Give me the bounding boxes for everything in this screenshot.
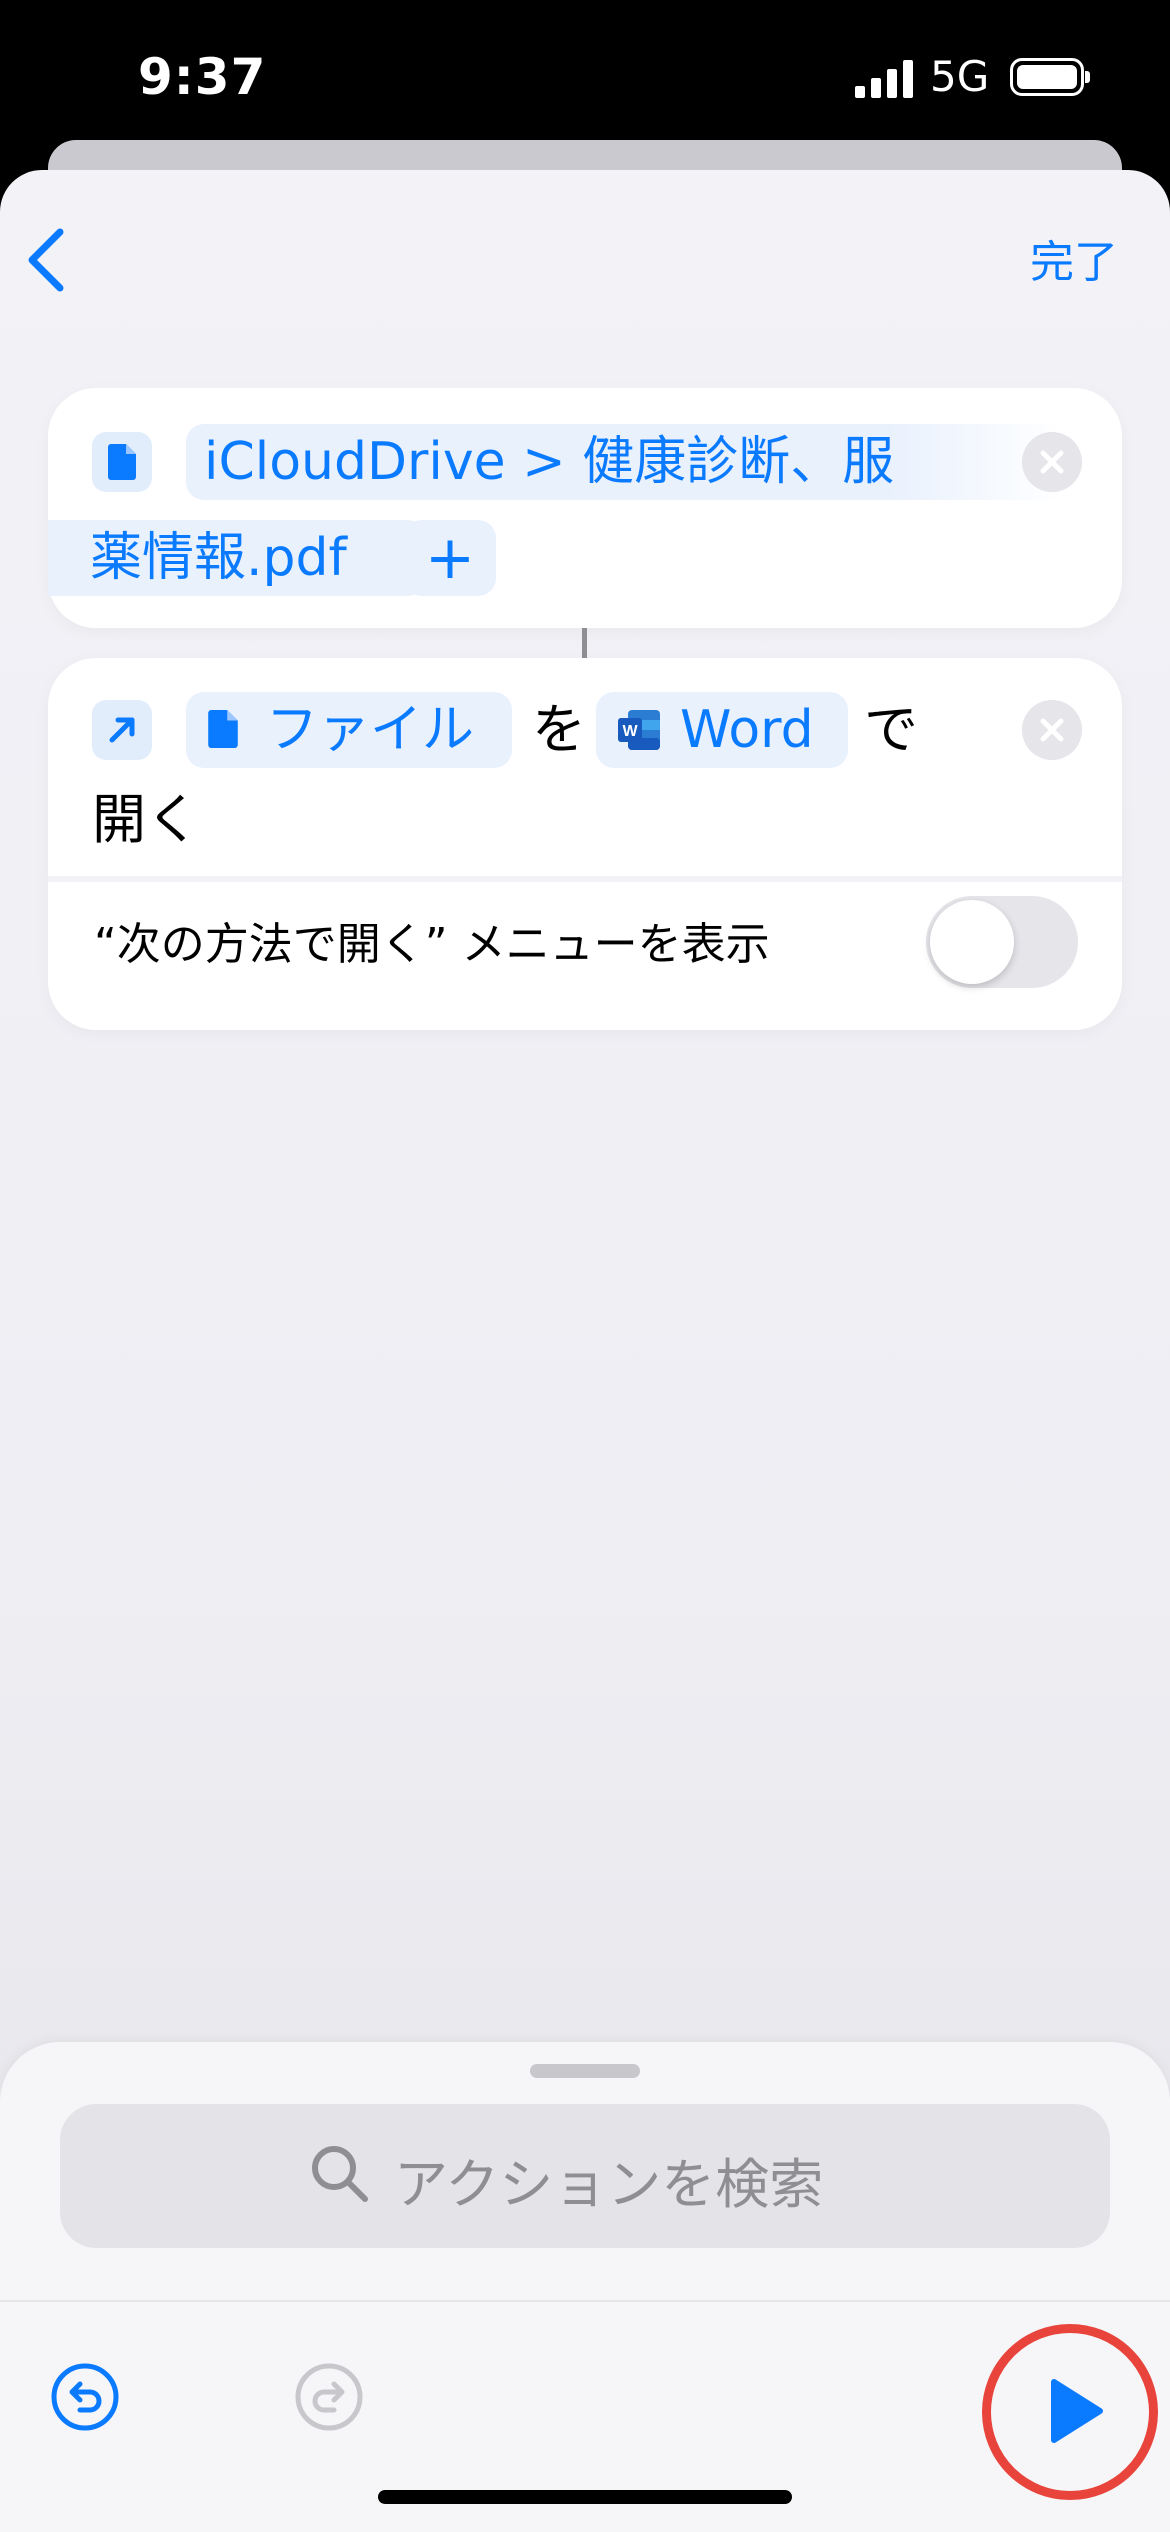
open-in-action-card: ファイル を W Word で 開く “次の方法で開く” メニューを表示 — [48, 658, 1122, 1030]
app-selector-chip[interactable]: W Word — [596, 692, 848, 768]
search-icon — [312, 2146, 368, 2202]
document-icon — [208, 710, 238, 748]
search-placeholder: アクションを検索 — [394, 2153, 824, 2216]
svg-text:W: W — [622, 723, 638, 740]
remove-action-button[interactable] — [1022, 700, 1082, 760]
add-path-button[interactable]: + — [404, 520, 496, 596]
play-icon[interactable] — [1048, 2378, 1104, 2444]
show-open-in-menu-label: “次の方法で開く” メニューを表示 — [94, 919, 770, 970]
shortcut-editor-sheet: 完了 iCloudDrive > 健康診断、服 薬情報.pdf + ファイル を… — [0, 170, 1170, 2532]
panel-grabber[interactable] — [530, 2064, 640, 2078]
file-variable-label: ファイル — [266, 700, 475, 760]
action-search-panel: アクションを検索 — [0, 2042, 1170, 2532]
app-selector-label: Word — [680, 700, 814, 760]
particle-o: を — [532, 698, 586, 761]
file-path-line1: iCloudDrive > 健康診断、服 — [204, 432, 895, 492]
home-indicator — [378, 2490, 792, 2504]
word-app-icon: W — [618, 710, 660, 750]
open-arrow-icon — [92, 700, 152, 760]
status-bar: 9:37 5G — [0, 0, 1170, 150]
card-divider — [48, 876, 1122, 882]
show-open-in-menu-toggle[interactable] — [926, 896, 1078, 988]
file-path-chip[interactable]: iCloudDrive > 健康診断、服 — [186, 424, 1064, 500]
toolbar-separator — [0, 2300, 1170, 2302]
file-path-chip-continued[interactable]: 薬情報.pdf — [48, 520, 426, 596]
open-verb: 開く — [92, 788, 200, 851]
file-path-line2: 薬情報.pdf — [90, 528, 347, 588]
toggle-knob — [930, 900, 1014, 984]
file-action-card: iCloudDrive > 健康診断、服 薬情報.pdf + — [48, 388, 1122, 628]
redo-icon[interactable] — [294, 2362, 364, 2432]
search-actions-field[interactable]: アクションを検索 — [60, 2104, 1110, 2248]
action-connector — [582, 628, 587, 658]
document-icon — [92, 432, 152, 492]
battery-icon — [1010, 58, 1090, 96]
cellular-signal-icon — [855, 60, 913, 98]
undo-icon[interactable] — [50, 2362, 120, 2432]
close-icon — [1040, 718, 1064, 742]
particle-de: で — [864, 698, 918, 761]
done-button[interactable]: 完了 — [1030, 226, 1118, 290]
status-time: 9:37 — [138, 48, 267, 106]
remove-action-button[interactable] — [1022, 432, 1082, 492]
close-icon — [1040, 450, 1064, 474]
network-type: 5G — [930, 52, 990, 101]
file-variable-chip[interactable]: ファイル — [186, 692, 512, 768]
back-chevron-icon[interactable] — [22, 220, 72, 300]
